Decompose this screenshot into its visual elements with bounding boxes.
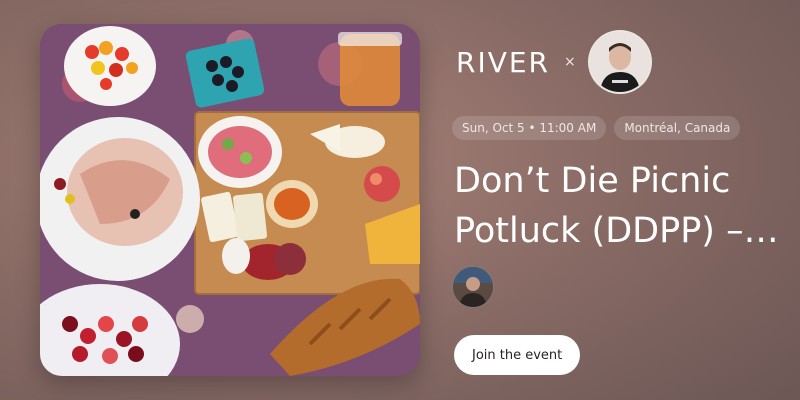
collab-separator: × xyxy=(564,54,576,70)
event-title: Don’t Die Picnic Potluck (DDPP) – Montré… xyxy=(454,161,744,251)
person-icon xyxy=(589,32,650,92)
person-icon xyxy=(453,267,493,307)
river-logo: RIVER xyxy=(456,45,551,79)
location-chip: Montréal, Canada xyxy=(614,116,741,140)
date-chip: Sun, Oct 5 • 11:00 AM xyxy=(452,116,607,140)
picnic-illustration xyxy=(40,24,420,376)
event-meta: Sun, Oct 5 • 11:00 AM Montréal, Canada xyxy=(452,116,741,140)
attendee-avatar[interactable] xyxy=(452,266,494,308)
event-photo xyxy=(40,24,420,376)
brand-row: RIVER × xyxy=(456,30,652,94)
host-avatar[interactable] xyxy=(587,30,652,94)
join-event-button[interactable]: Join the event xyxy=(454,335,581,375)
